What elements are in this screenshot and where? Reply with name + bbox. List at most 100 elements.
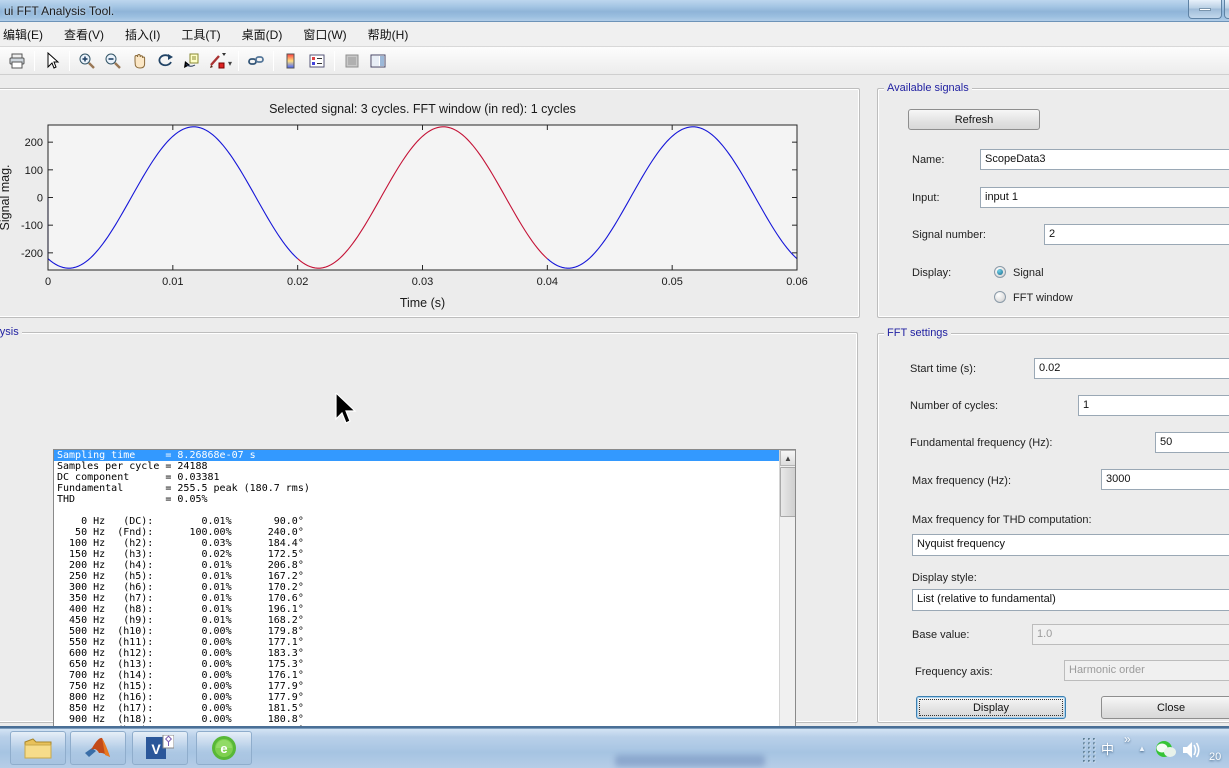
link-plots-icon[interactable] [244, 50, 268, 72]
fft-analysis-tool-window: ui FFT Analysis Tool. 编辑(E) 查看(V) 插入(I) 工具(… [0, 0, 1229, 768]
show-hidden-icons[interactable]: ▲ [1138, 744, 1146, 753]
start-time-input[interactable]: 0.02 [1034, 358, 1229, 379]
ime-indicator[interactable]: 中 [1101, 739, 1114, 758]
fft-line-15[interactable]: 450 Hz (h9): 0.01% 168.2° [54, 615, 795, 626]
figure-toolbar: ▾ [0, 47, 1229, 75]
fft-line-20[interactable]: 700 Hz (h14): 0.00% 176.1° [54, 670, 795, 681]
brush-icon[interactable] [205, 50, 229, 72]
overflow-chevron-icon[interactable]: » [1124, 732, 1131, 746]
zoom-in-icon[interactable] [75, 50, 99, 72]
signal-number-input[interactable]: 2 [1044, 224, 1229, 245]
fft-line-7[interactable]: 50 Hz (Fnd): 100.00% 240.0° [54, 527, 795, 538]
svg-text:0: 0 [37, 193, 43, 205]
fft-line-4[interactable]: THD = 0.05% [54, 494, 795, 505]
close-button[interactable]: Close [1101, 696, 1229, 719]
fft-line-2[interactable]: DC component = 0.03381 [54, 472, 795, 483]
focus-ring [919, 699, 1063, 716]
fft-line-24[interactable]: 900 Hz (h18): 0.00% 180.8° [54, 714, 795, 725]
fft-line-12[interactable]: 300 Hz (h6): 0.01% 170.2° [54, 582, 795, 593]
svg-text:V: V [151, 741, 161, 757]
fft-line-18[interactable]: 600 Hz (h12): 0.00% 183.3° [54, 648, 795, 659]
menu-3[interactable]: 插入(I) [116, 22, 169, 47]
menu-4[interactable]: 工具(T) [172, 22, 229, 47]
frequency-axis-label: Frequency axis: [915, 666, 993, 678]
fft-line-10[interactable]: 200 Hz (h4): 0.01% 206.8° [54, 560, 795, 571]
fft-line-16[interactable]: 500 Hz (h10): 0.00% 179.8° [54, 626, 795, 637]
cycles-value: 1 [1083, 399, 1090, 411]
svg-text:0.05: 0.05 [661, 276, 682, 288]
menu-5[interactable]: 桌面(D) [233, 22, 292, 47]
taskbar-app-browser-360[interactable]: e [196, 731, 252, 765]
fft-line-17[interactable]: 550 Hz (h11): 0.00% 177.1° [54, 637, 795, 648]
hide-plot-tools-icon[interactable] [340, 50, 364, 72]
fft-line-3[interactable]: Fundamental = 255.5 peak (180.7 rms) [54, 483, 795, 494]
taskbar: Ve 中 » ▲ 20 [0, 728, 1229, 768]
input-input[interactable]: input 1 [980, 187, 1229, 208]
radio-fft-window[interactable] [994, 291, 1006, 303]
svg-text:0.02: 0.02 [287, 276, 308, 288]
pan-hand-icon[interactable] [127, 50, 151, 72]
toolbar-grip-dots[interactable] [1083, 738, 1101, 764]
menu-6[interactable]: 窗口(W) [294, 22, 355, 47]
clock-partial: 20 [1209, 751, 1222, 763]
minimize-icon [1199, 8, 1211, 11]
frequency-axis-value: Harmonic order [1069, 664, 1145, 676]
scrollbar-thumb[interactable] [780, 467, 795, 517]
fft-line-8[interactable]: 100 Hz (h2): 0.03% 184.4° [54, 538, 795, 549]
fft-line-1[interactable]: Samples per cycle = 24188 [54, 461, 795, 472]
fft-result-list[interactable]: Sampling time = 8.26868e-07 s Samples per… [53, 449, 796, 759]
max-freq-thd-select[interactable]: Nyquist frequency [912, 534, 1229, 556]
fft-line-5[interactable] [54, 505, 795, 516]
display-style-select[interactable]: List (relative to fundamental) [912, 589, 1229, 611]
taskbar-app-explorer-folder[interactable] [10, 731, 66, 765]
radio-signal[interactable] [994, 266, 1006, 278]
display-style-value: List (relative to fundamental) [917, 593, 1056, 605]
display-label: Display: [912, 267, 952, 279]
svg-text:-100: -100 [21, 220, 43, 232]
svg-text:100: 100 [25, 165, 43, 177]
name-input[interactable]: ScopeData3 [980, 149, 1229, 170]
fft-line-11[interactable]: 250 Hz (h5): 0.01% 167.2° [54, 571, 795, 582]
menu-2[interactable]: 查看(V) [55, 22, 113, 47]
cycles-input[interactable]: 1 [1078, 395, 1229, 416]
fft-line-19[interactable]: 650 Hz (h13): 0.00% 175.3° [54, 659, 795, 670]
menu-7[interactable]: 帮助(H) [359, 22, 418, 47]
wechat-icon[interactable] [1153, 741, 1181, 761]
minimize-button[interactable] [1188, 0, 1222, 19]
window-title: ui FFT Analysis Tool. [4, 4, 115, 18]
fft-line-6[interactable]: 0 Hz (DC): 0.01% 90.0° [54, 516, 795, 527]
input-label: Input: [912, 192, 940, 204]
fft-line-22[interactable]: 800 Hz (h16): 0.00% 177.9° [54, 692, 795, 703]
display-button[interactable]: Display [916, 696, 1066, 719]
fft-line-23[interactable]: 850 Hz (h17): 0.00% 181.5° [54, 703, 795, 714]
cursor-icon[interactable] [40, 50, 64, 72]
taskbar-app-matlab[interactable] [70, 731, 126, 765]
colorbar-icon[interactable] [279, 50, 303, 72]
zoom-out-icon[interactable] [101, 50, 125, 72]
fft-line-21[interactable]: 750 Hz (h15): 0.00% 177.9° [54, 681, 795, 692]
fft-result-scrollbar[interactable]: ▲ ▼ [779, 450, 795, 758]
title-bar[interactable]: ui FFT Analysis Tool. [0, 0, 1229, 22]
fft-line-14[interactable]: 400 Hz (h8): 0.01% 196.1° [54, 604, 795, 615]
max-freq-input[interactable]: 3000 [1101, 469, 1229, 490]
fundamental-label: Fundamental frequency (Hz): [910, 437, 1053, 449]
fft-line-9[interactable]: 150 Hz (h3): 0.02% 172.5° [54, 549, 795, 560]
taskbar-app-visio[interactable]: V [132, 731, 188, 765]
rotate-3d-icon[interactable] [153, 50, 177, 72]
menu-1[interactable]: 编辑(E) [0, 22, 52, 47]
fundamental-input[interactable]: 50 [1155, 432, 1229, 453]
printer-icon[interactable] [5, 50, 29, 72]
legend-icon[interactable] [305, 50, 329, 72]
speaker-icon[interactable] [1182, 740, 1204, 760]
fft-line-13[interactable]: 350 Hz (h7): 0.01% 170.6° [54, 593, 795, 604]
figure-canvas: Selected signal: 3 cycles. FFT window (i… [0, 75, 1229, 759]
max-freq-thd-value: Nyquist frequency [917, 538, 1006, 550]
brush-dropdown-arrow[interactable]: ▾ [228, 59, 232, 68]
scroll-up-button[interactable]: ▲ [780, 450, 795, 466]
fft-line-0[interactable]: Sampling time = 8.26868e-07 s [54, 450, 795, 461]
maximize-button-partial[interactable] [1224, 0, 1229, 19]
show-plot-tools-icon[interactable] [366, 50, 390, 72]
frequency-axis-input: Harmonic order [1064, 660, 1229, 681]
refresh-button[interactable]: Refresh [908, 109, 1040, 130]
data-cursor-icon[interactable] [179, 50, 203, 72]
